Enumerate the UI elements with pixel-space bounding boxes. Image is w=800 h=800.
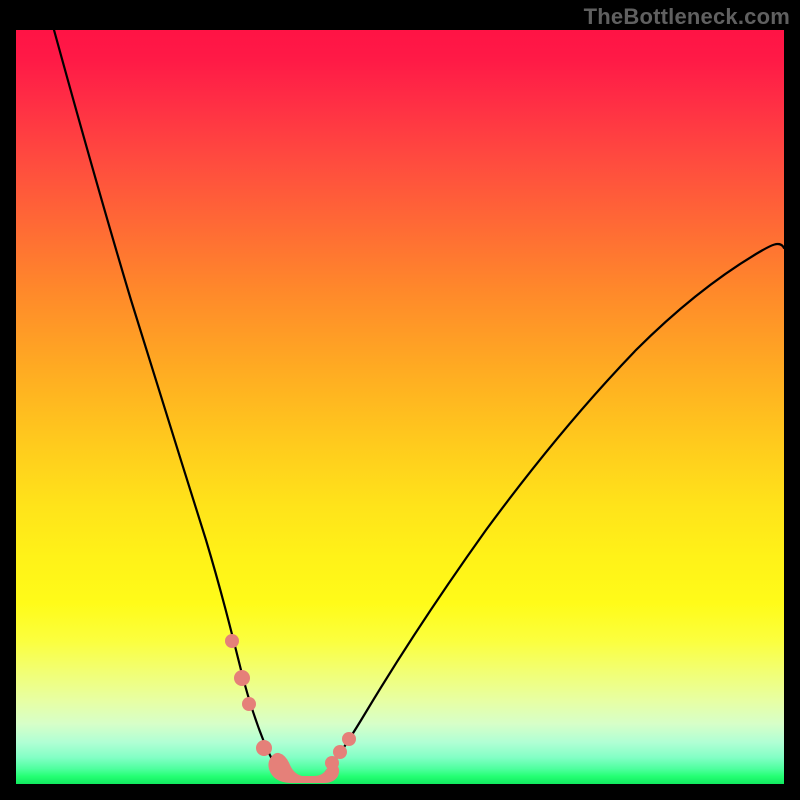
marker-left-2 [234,670,250,686]
watermark-label: TheBottleneck.com [584,4,790,30]
curve-layer [16,30,784,784]
chart-container: TheBottleneck.com [0,0,800,800]
plot-area [16,30,784,784]
left-curve [54,30,280,772]
marker-left-1 [225,634,239,648]
marker-left-3 [242,697,256,711]
marker-left-4 [256,740,272,756]
marker-right-3 [342,732,356,746]
right-curve [326,244,784,772]
marker-right-2 [333,745,347,759]
